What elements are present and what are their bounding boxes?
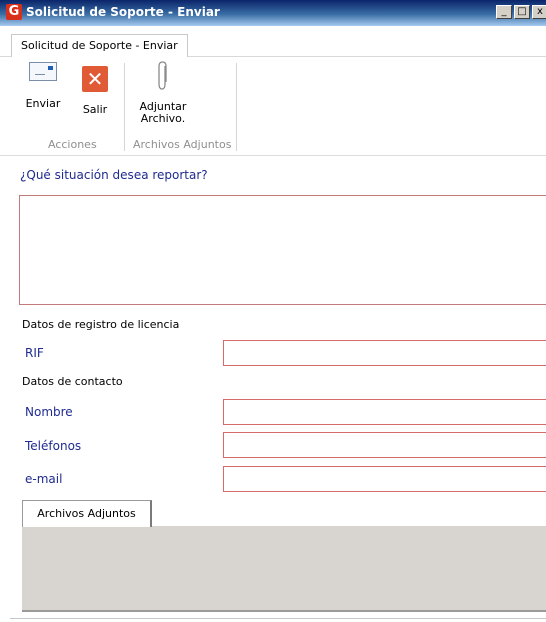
- email-field[interactable]: [223, 466, 546, 492]
- group-label-acciones: Acciones: [48, 138, 97, 151]
- email-label: e-mail: [25, 472, 63, 486]
- maximize-button[interactable]: □: [514, 5, 530, 19]
- group-separator: [124, 63, 125, 151]
- rif-field[interactable]: [223, 340, 546, 366]
- rif-label: RIF: [25, 346, 44, 360]
- adjuntar-archivo-button[interactable]: Adjuntar Archivo.: [135, 60, 191, 125]
- telefonos-field[interactable]: [223, 432, 546, 458]
- tab-archivos-adjuntos[interactable]: Archivos Adjuntos: [22, 500, 152, 527]
- ribbon-tabstrip: Solicitud de Soporte - Enviar: [0, 26, 546, 57]
- bottom-divider: [10, 618, 546, 619]
- close-x-icon: ✕: [82, 66, 108, 92]
- group-separator: [236, 63, 237, 151]
- nombre-label: Nombre: [25, 405, 73, 419]
- title-bar[interactable]: G Solicitud de Soporte - Enviar _ □ x: [0, 0, 546, 26]
- enviar-label: Enviar: [25, 97, 61, 110]
- section-license-heading: Datos de registro de licencia: [22, 318, 180, 331]
- salir-button[interactable]: ✕ Salir: [77, 62, 113, 116]
- ribbon: Enviar ✕ Salir Adjuntar Archivo. Accione…: [0, 57, 546, 156]
- minimize-button[interactable]: _: [496, 5, 512, 19]
- enviar-button[interactable]: Enviar: [22, 62, 64, 110]
- envelope-icon: [29, 62, 57, 81]
- question-label: ¿Qué situación desea reportar?: [20, 168, 208, 182]
- situation-textarea[interactable]: [19, 195, 546, 305]
- attachments-panel[interactable]: [22, 526, 546, 612]
- section-contact-heading: Datos de contacto: [22, 375, 123, 388]
- salir-label: Salir: [82, 103, 108, 116]
- group-label-archivos: Archivos Adjuntos: [133, 138, 232, 151]
- adjuntar-label-line2: Archivo.: [140, 112, 186, 125]
- support-request-window: G Solicitud de Soporte - Enviar _ □ x So…: [0, 0, 546, 622]
- nombre-field[interactable]: [223, 399, 546, 425]
- close-button[interactable]: x: [532, 5, 546, 19]
- app-logo-icon: G: [6, 4, 22, 20]
- telefonos-label: Teléfonos: [25, 439, 82, 453]
- tab-solicitud-enviar[interactable]: Solicitud de Soporte - Enviar: [11, 34, 188, 57]
- window-title: Solicitud de Soporte - Enviar: [26, 5, 220, 19]
- paperclip-icon: [158, 61, 167, 90]
